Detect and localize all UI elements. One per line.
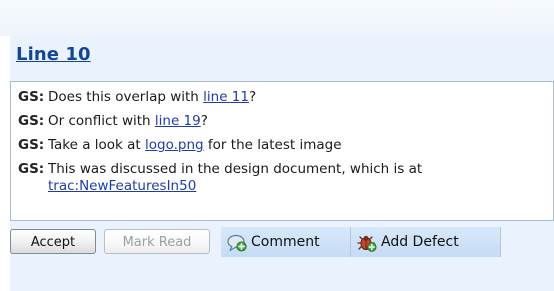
comment-link[interactable]: logo.png	[145, 137, 204, 153]
comment-link[interactable]: line 19	[155, 113, 201, 129]
comment-tab-label: Comment	[251, 234, 320, 250]
comment-author: GS:	[18, 161, 45, 177]
comment-item: GS: Or conflict with line 19?	[18, 113, 208, 130]
comment-author: GS:	[18, 137, 45, 153]
top-band	[0, 0, 554, 36]
comment-text: Take a look at	[48, 137, 146, 153]
comment-link[interactable]: line 11	[203, 89, 249, 105]
comment-text: Or conflict with	[48, 113, 155, 129]
add-defect-tab-label: Add Defect	[381, 234, 459, 250]
comments-list: GS: Does this overlap with line 11? GS: Or…	[10, 81, 554, 221]
comment-text-suffix: for the latest image	[203, 137, 342, 153]
comment-text: Does this overlap with	[48, 89, 204, 105]
comment-text-suffix: ?	[248, 89, 257, 105]
comment-tab[interactable]: Comment	[221, 227, 351, 257]
comment-item: GS: This was discussed in the design docu…	[18, 161, 423, 194]
comment-author: GS:	[18, 89, 45, 105]
comment-continuation: trac:NewFeaturesIn50	[48, 178, 196, 195]
mark-read-button[interactable]: Mark Read	[104, 229, 210, 254]
comment-author: GS:	[18, 113, 45, 129]
line-title-link[interactable]: Line 10	[16, 44, 91, 65]
action-toolbar: Accept Mark Read Comment Add Defect	[10, 227, 554, 257]
comment-icon	[227, 233, 247, 252]
comment-text-suffix: ?	[200, 113, 208, 129]
comment-link[interactable]: trac:NewFeaturesIn50	[48, 178, 196, 194]
bug-icon	[357, 233, 377, 252]
comment-item: GS: Does this overlap with line 11?	[18, 89, 256, 106]
comment-item: GS: Take a look at logo.png for the lates…	[18, 137, 342, 154]
accept-button[interactable]: Accept	[10, 229, 96, 254]
add-defect-tab[interactable]: Add Defect	[351, 227, 501, 257]
review-panel: Line 10 GS: Does this overlap with line 1…	[10, 36, 554, 291]
comment-text: This was discussed in the design documen…	[48, 161, 423, 177]
